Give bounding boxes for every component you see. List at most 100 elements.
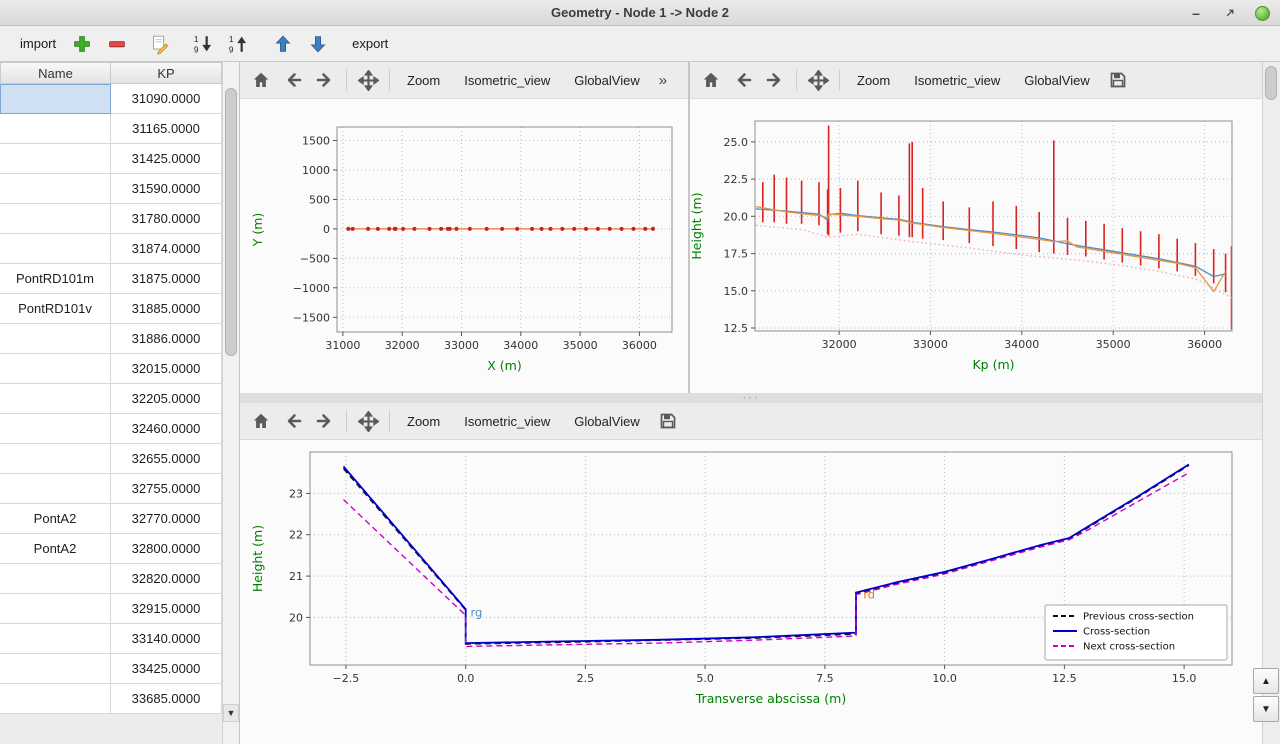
forward-arrow-icon <box>315 70 335 90</box>
table-row: 31090.0000 <box>0 84 239 114</box>
svg-text:0: 0 <box>323 223 330 236</box>
column-header-kp[interactable]: KP <box>111 62 222 84</box>
pan-button[interactable] <box>803 66 833 94</box>
kp-cell[interactable]: 31090.0000 <box>111 84 222 114</box>
move-down-button[interactable] <box>305 31 331 57</box>
table-scrollbar[interactable]: ▼ <box>222 62 239 744</box>
home-button[interactable] <box>246 407 276 435</box>
home-button[interactable] <box>696 66 726 94</box>
isometric-view-button[interactable]: Isometric_view <box>903 66 1011 94</box>
plan-chart[interactable]: 3100032000330003400035000360001500100050… <box>240 99 688 393</box>
move-up-button[interactable] <box>270 31 296 57</box>
kp-cell[interactable]: 31780.0000 <box>111 204 222 234</box>
forward-button[interactable] <box>310 407 340 435</box>
back-button[interactable] <box>728 66 758 94</box>
kp-cell[interactable]: 31165.0000 <box>111 114 222 144</box>
pan-button[interactable] <box>353 407 383 435</box>
back-button[interactable] <box>278 66 308 94</box>
spin-up-button[interactable]: ▲ <box>1253 668 1279 694</box>
home-button[interactable] <box>246 66 276 94</box>
isometric-view-button[interactable]: Isometric_view <box>453 66 561 94</box>
kp-cell[interactable]: 32820.0000 <box>111 564 222 594</box>
pan-button[interactable] <box>353 66 383 94</box>
name-cell[interactable] <box>0 174 111 204</box>
kp-cell[interactable]: 33140.0000 <box>111 624 222 654</box>
table-row: 31780.0000 <box>0 204 239 234</box>
edit-icon <box>149 33 171 55</box>
kp-cell[interactable]: 33685.0000 <box>111 684 222 714</box>
import-button[interactable]: import <box>16 36 60 51</box>
name-cell[interactable]: PontRD101m <box>0 264 111 294</box>
vertical-scrollbar[interactable] <box>1262 62 1280 744</box>
global-view-button[interactable]: GlobalView <box>1013 66 1101 94</box>
save-button[interactable] <box>653 407 683 435</box>
kp-cell[interactable]: 31874.0000 <box>111 234 222 264</box>
name-cell[interactable] <box>0 444 111 474</box>
name-cell[interactable]: PontA2 <box>0 534 111 564</box>
maximize-button[interactable] <box>1221 4 1239 22</box>
name-cell[interactable]: PontRD101v <box>0 294 111 324</box>
table-scrollbar-thumb[interactable] <box>225 88 237 356</box>
name-cell[interactable] <box>0 474 111 504</box>
horizontal-splitter[interactable]: ··· <box>240 393 1262 403</box>
kp-cell[interactable]: 32655.0000 <box>111 444 222 474</box>
forward-button[interactable] <box>760 66 790 94</box>
name-cell[interactable]: PontA2 <box>0 504 111 534</box>
edit-button[interactable] <box>147 31 173 57</box>
isometric-view-button[interactable]: Isometric_view <box>453 407 561 435</box>
kp-cell[interactable]: 31886.0000 <box>111 324 222 354</box>
add-row-button[interactable] <box>69 31 95 57</box>
name-cell[interactable] <box>0 414 111 444</box>
cross-section-chart[interactable]: −2.50.02.55.07.510.012.515.023222120Tran… <box>240 440 1262 744</box>
name-cell[interactable] <box>0 564 111 594</box>
back-button[interactable] <box>278 407 308 435</box>
table-row: 32755.0000 <box>0 474 239 504</box>
zoom-button[interactable]: Zoom <box>396 407 451 435</box>
kp-cell[interactable]: 31425.0000 <box>111 144 222 174</box>
name-cell[interactable] <box>0 384 111 414</box>
vertical-scrollbar-thumb[interactable] <box>1265 66 1277 100</box>
name-cell[interactable] <box>0 684 111 714</box>
zoom-button[interactable]: Zoom <box>396 66 451 94</box>
name-cell[interactable] <box>0 114 111 144</box>
kp-cell[interactable]: 32205.0000 <box>111 384 222 414</box>
kp-cell[interactable]: 31885.0000 <box>111 294 222 324</box>
name-cell[interactable] <box>0 144 111 174</box>
global-view-button[interactable]: GlobalView <box>563 407 651 435</box>
remove-row-button[interactable] <box>104 31 130 57</box>
kp-cell[interactable]: 33425.0000 <box>111 654 222 684</box>
toolbar-overflow-button[interactable]: » <box>653 72 673 89</box>
kp-cell[interactable]: 31875.0000 <box>111 264 222 294</box>
close-button[interactable] <box>1255 6 1270 21</box>
global-view-button[interactable]: GlobalView <box>563 66 651 94</box>
export-button[interactable]: export <box>348 36 392 51</box>
name-cell[interactable] <box>0 324 111 354</box>
svg-text:34000: 34000 <box>503 339 538 352</box>
forward-button[interactable] <box>310 66 340 94</box>
name-cell[interactable] <box>0 654 111 684</box>
sort-descending-button[interactable]: 1 9 <box>190 31 216 57</box>
kp-cell[interactable]: 32770.0000 <box>111 504 222 534</box>
kp-cell[interactable]: 32915.0000 <box>111 594 222 624</box>
name-cell[interactable] <box>0 234 111 264</box>
profile-chart[interactable]: 320003300034000350003600025.022.520.017.… <box>690 99 1262 393</box>
table-scroll-down-button[interactable]: ▼ <box>223 704 239 722</box>
name-cell[interactable] <box>0 354 111 384</box>
kp-cell[interactable]: 32460.0000 <box>111 414 222 444</box>
name-cell[interactable] <box>0 204 111 234</box>
svg-text:Next cross-section: Next cross-section <box>1083 642 1175 653</box>
minimize-button[interactable]: – <box>1187 4 1205 22</box>
sort-ascending-button[interactable]: 1 9 <box>225 31 251 57</box>
table-row: 32460.0000 <box>0 414 239 444</box>
kp-cell[interactable]: 32755.0000 <box>111 474 222 504</box>
save-button[interactable] <box>1103 66 1133 94</box>
name-cell[interactable] <box>0 624 111 654</box>
name-cell[interactable] <box>0 84 111 114</box>
column-header-name[interactable]: Name <box>0 62 111 84</box>
zoom-button[interactable]: Zoom <box>846 66 901 94</box>
kp-cell[interactable]: 32800.0000 <box>111 534 222 564</box>
kp-cell[interactable]: 31590.0000 <box>111 174 222 204</box>
name-cell[interactable] <box>0 594 111 624</box>
kp-cell[interactable]: 32015.0000 <box>111 354 222 384</box>
spin-down-button[interactable]: ▼ <box>1253 696 1279 722</box>
